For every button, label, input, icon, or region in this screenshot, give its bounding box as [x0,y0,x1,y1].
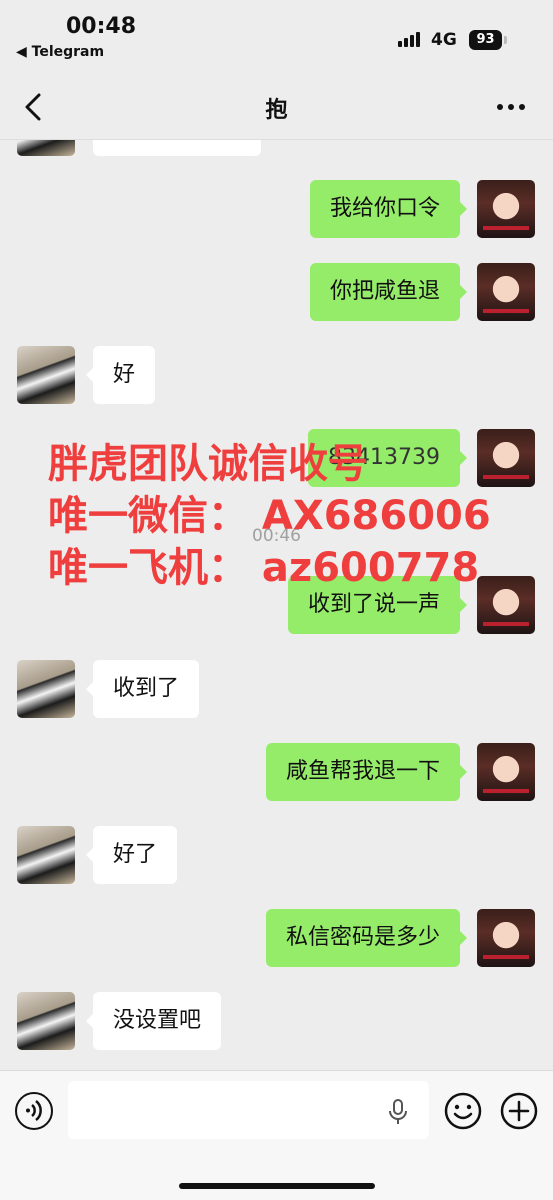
network-type: 4G [431,30,457,50]
message-bubble-incoming[interactable]: 好 [85,346,156,404]
message-bubble-outgoing[interactable]: 你把咸鱼退 [309,263,468,321]
my-avatar[interactable] [477,909,535,967]
contact-avatar[interactable] [17,140,75,156]
signal-icon [398,31,424,47]
my-avatar[interactable] [477,429,535,487]
message-bubble-incoming[interactable]: 收到了 [85,660,200,718]
more-dots-icon[interactable] [497,104,529,112]
status-bar: 00:48 ◀ Telegram 4G 93 [0,0,553,72]
message-bubble-outgoing[interactable]: 咸鱼帮我退一下 [265,743,468,801]
voice-icon[interactable] [15,1092,53,1130]
message-bubble-outgoing[interactable]: 83413739 [308,429,467,487]
my-avatar[interactable] [477,743,535,801]
chat-header: 抱 [0,72,553,140]
message-bubble-partial [93,140,261,156]
back-to-app-link[interactable]: ◀ Telegram [16,44,104,60]
message-bubble-outgoing[interactable]: 我给你口令 [309,180,468,238]
emoji-icon[interactable] [444,1092,482,1130]
status-time: 00:48 [66,14,137,39]
my-avatar[interactable] [477,576,535,634]
message-bubble-incoming[interactable]: 好了 [85,826,178,884]
input-bar [0,1070,553,1200]
microphone-icon[interactable] [388,1099,408,1125]
contact-avatar[interactable] [17,346,75,404]
message-bubble-incoming[interactable]: 没设置吧 [85,992,222,1050]
battery-tip [504,36,507,44]
my-avatar[interactable] [477,180,535,238]
contact-avatar[interactable] [17,992,75,1050]
chat-title: 抱 [265,98,288,123]
message-bubble-outgoing[interactable]: 私信密码是多少 [265,909,468,967]
battery-indicator: 93 [469,30,502,50]
message-timestamp: 00:46 [252,526,301,546]
contact-avatar[interactable] [17,826,75,884]
message-bubble-outgoing[interactable]: 收到了说一声 [287,576,468,634]
my-avatar[interactable] [477,263,535,321]
message-input[interactable] [68,1081,429,1139]
contact-avatar[interactable] [17,660,75,718]
message-list[interactable]: 我给你口令 你把咸鱼退 好 83413739 00:46 收到了说一声 收到了 … [0,140,553,1070]
home-indicator [179,1183,375,1189]
plus-icon[interactable] [500,1092,538,1130]
